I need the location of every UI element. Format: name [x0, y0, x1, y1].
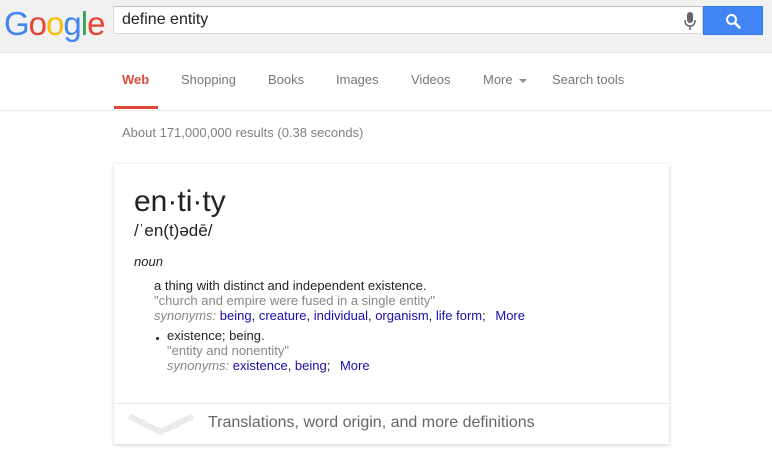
synonyms-line: synonyms: existence, being; More — [167, 358, 370, 373]
synonym-link[interactable]: individual — [314, 308, 368, 323]
microphone-icon[interactable] — [682, 11, 698, 31]
tab-shopping[interactable]: Shopping — [181, 52, 236, 110]
logo-letter: G — [4, 5, 30, 42]
logo-letter: o — [46, 5, 64, 42]
synonyms-label: synonyms: — [154, 308, 217, 323]
tab-books[interactable]: Books — [268, 52, 304, 110]
example-sentence: "entity and nonentity" — [167, 343, 289, 358]
tab-videos[interactable]: Videos — [411, 52, 451, 110]
caret-down-icon — [518, 78, 527, 83]
more-definitions-label: Translations, word origin, and more defi… — [208, 414, 535, 431]
active-tab-indicator — [114, 106, 158, 109]
more-definitions-expander[interactable]: Translations, word origin, and more defi… — [114, 403, 669, 445]
logo-letter: e — [87, 5, 105, 42]
synonym-link[interactable]: organism — [375, 308, 428, 323]
tab-images[interactable]: Images — [336, 52, 379, 110]
synonyms-line: synonyms: being, creature, individual, o… — [154, 308, 525, 323]
definition: a thing with distinct and independent ex… — [154, 278, 427, 293]
bullet — [156, 337, 159, 340]
synonym-link[interactable]: being — [220, 308, 252, 323]
example-sentence: "church and empire were fused in a singl… — [154, 293, 435, 308]
tab-search-tools[interactable]: Search tools — [552, 52, 624, 110]
tab-more-label: More — [483, 72, 513, 87]
dictionary-card: en·ti·ty /ˈen(t)ədē/ noun a thing with d… — [114, 164, 669, 444]
synonym-link[interactable]: existence — [233, 358, 288, 373]
search-box — [113, 6, 703, 34]
google-logo[interactable]: Google — [4, 4, 105, 44]
search-icon — [726, 13, 741, 29]
synonym-link[interactable]: life form — [436, 308, 482, 323]
result-stats: About 171,000,000 results (0.38 seconds) — [122, 125, 364, 140]
synonyms-label: synonyms: — [167, 358, 230, 373]
synonym-link[interactable]: creature — [259, 308, 307, 323]
tab-web[interactable]: Web — [122, 52, 149, 110]
logo-letter: g — [63, 5, 81, 42]
search-input[interactable] — [114, 7, 674, 33]
search-button[interactable] — [703, 6, 763, 35]
more-synonyms-link[interactable]: More — [495, 308, 525, 323]
more-synonyms-link[interactable]: More — [340, 358, 370, 373]
definition: existence; being. — [167, 328, 265, 343]
chevron-down-icon — [128, 414, 194, 436]
phonetic-spelling: /ˈen(t)ədē/ — [134, 221, 213, 240]
synonym-link[interactable]: being — [295, 358, 327, 373]
search-tabs: Web Shopping Books Images Videos More Se… — [0, 52, 772, 111]
headword: en·ti·ty — [134, 185, 226, 218]
logo-letter: o — [28, 5, 47, 42]
header-bar: Google — [0, 0, 772, 53]
tab-more[interactable]: More — [483, 52, 527, 110]
part-of-speech: noun — [134, 254, 163, 269]
